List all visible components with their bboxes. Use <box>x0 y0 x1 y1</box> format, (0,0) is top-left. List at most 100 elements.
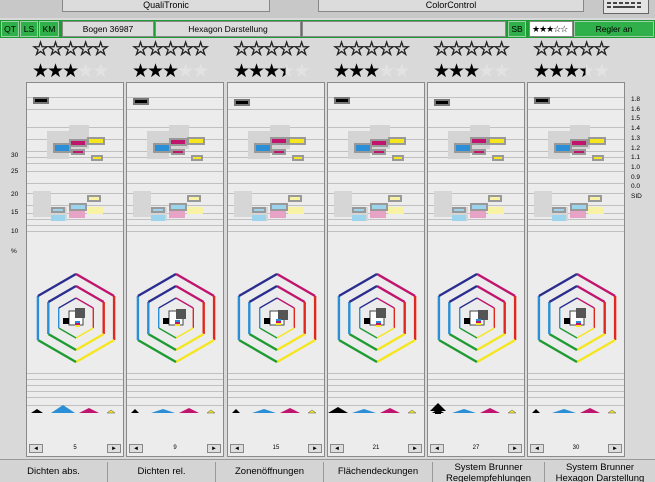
density-bar <box>434 99 450 106</box>
density-bar <box>252 207 266 213</box>
density-bar <box>388 195 402 202</box>
grid-line <box>127 171 223 172</box>
qualitronic-title[interactable]: QualiTronic <box>62 0 270 12</box>
grid-line <box>127 183 223 184</box>
ls-button[interactable]: LS <box>20 21 38 37</box>
colorcontrol-title[interactable]: ColorControl <box>318 0 584 12</box>
zone-panel[interactable]: ◄ ► 5 <box>26 82 124 457</box>
density-bar <box>570 203 588 211</box>
tab-area-coverage[interactable]: Flächendeckungen <box>324 462 433 482</box>
zone-panel[interactable]: ◄ ► 30 <box>527 82 625 457</box>
km-button[interactable]: KM <box>39 21 59 37</box>
density-bar <box>288 195 302 202</box>
tab-hexagon-view[interactable]: System Brunner Hexagon Darstellung <box>545 462 655 482</box>
prev-zone-button[interactable]: ◄ <box>230 444 244 453</box>
grid-line <box>228 385 324 386</box>
left-axis-label: 30 <box>11 152 19 159</box>
density-bar <box>552 215 566 221</box>
grid-line <box>328 385 424 386</box>
control-recommendation-marks <box>27 399 123 415</box>
color-hexagon[interactable] <box>131 272 221 364</box>
zone-nav: ◄ ► 9 <box>127 444 223 454</box>
grid-line <box>127 231 223 232</box>
grid-line <box>228 163 324 164</box>
density-bar <box>133 98 149 105</box>
density-bar <box>133 191 151 217</box>
grid-line <box>328 163 424 164</box>
zone-panel[interactable]: ◄ ► 27 <box>427 82 525 457</box>
color-hexagon[interactable] <box>432 272 522 364</box>
prev-zone-button[interactable]: ◄ <box>530 444 544 453</box>
density-bar <box>252 215 266 221</box>
next-zone-button[interactable]: ► <box>107 444 121 453</box>
control-recommendation-marks <box>228 399 324 415</box>
next-zone-button[interactable]: ► <box>408 444 422 453</box>
next-zone-button[interactable]: ► <box>308 444 322 453</box>
density-bar <box>388 137 406 145</box>
sb-button[interactable]: SB <box>508 21 526 37</box>
grid-line <box>528 183 624 184</box>
density-bar <box>572 149 586 155</box>
sheet-number-field[interactable]: Bogen 36987 <box>62 21 154 37</box>
right-axis-label: 1.0 <box>631 163 641 171</box>
control-recommendation-marks <box>127 399 223 415</box>
control-recommendation-marks <box>328 399 424 415</box>
grid-line <box>127 163 223 164</box>
zone-panel[interactable]: ◄ ► 21 <box>327 82 425 457</box>
density-bar <box>69 211 85 218</box>
density-bar <box>288 137 306 145</box>
prev-zone-button[interactable]: ◄ <box>330 444 344 453</box>
color-hexagon[interactable] <box>332 272 422 364</box>
view-mode-field[interactable]: Hexagon Darstellung <box>155 21 301 37</box>
grid-line <box>428 183 524 184</box>
next-zone-button[interactable]: ► <box>207 444 221 453</box>
qt-button[interactable]: QT <box>1 21 19 37</box>
tab-control-recommendations[interactable]: System Brunner Regelempfehlungen <box>433 462 545 482</box>
grid-line <box>428 225 524 226</box>
right-axis-label: 0.9 <box>631 173 641 181</box>
grid-line <box>328 171 424 172</box>
density-bar <box>191 155 203 161</box>
right-axis-label: SID <box>631 193 642 200</box>
zone-panel[interactable]: ◄ ► 9 <box>126 82 224 457</box>
grid-line <box>428 97 524 98</box>
grid-line <box>27 109 123 110</box>
density-bar <box>470 203 488 211</box>
grid-line <box>27 391 123 392</box>
density-bar <box>33 191 51 217</box>
prev-zone-button[interactable]: ◄ <box>129 444 143 453</box>
color-hexagon[interactable] <box>31 272 121 364</box>
density-bar <box>470 211 486 218</box>
tab-absolute-densities[interactable]: Dichten abs. <box>0 462 108 482</box>
grid-line <box>528 373 624 374</box>
keyboard-icon[interactable] <box>603 0 649 14</box>
zone-nav: ◄ ► 5 <box>27 444 123 454</box>
grid-line <box>127 225 223 226</box>
zone-rating-stars: ★★★★★ <box>32 61 109 82</box>
grid-line <box>428 171 524 172</box>
prev-zone-button[interactable]: ◄ <box>29 444 43 453</box>
density-bar <box>588 207 604 214</box>
controller-on-button[interactable]: Regler an <box>574 21 654 37</box>
grid-line <box>328 183 424 184</box>
grid-line <box>428 109 524 110</box>
density-bar <box>87 207 103 214</box>
grid-line <box>127 385 223 386</box>
grid-line <box>428 163 524 164</box>
density-bar <box>187 207 203 214</box>
zone-nav: ◄ ► 27 <box>428 444 524 454</box>
tab-relative-densities[interactable]: Dichten rel. <box>108 462 216 482</box>
grid-line <box>328 373 424 374</box>
color-hexagon[interactable] <box>532 272 622 364</box>
prev-zone-button[interactable]: ◄ <box>430 444 444 453</box>
next-zone-button[interactable]: ► <box>508 444 522 453</box>
grid-line <box>528 225 624 226</box>
next-zone-button[interactable]: ► <box>608 444 622 453</box>
zone-panel[interactable]: ◄ ► 15 <box>227 82 325 457</box>
density-bar <box>234 191 252 217</box>
density-bar <box>69 203 87 211</box>
density-bar <box>169 211 185 218</box>
control-recommendation-marks <box>428 399 524 415</box>
color-hexagon[interactable] <box>232 272 322 364</box>
tab-zone-openings[interactable]: Zonenöffnungen <box>216 462 324 482</box>
